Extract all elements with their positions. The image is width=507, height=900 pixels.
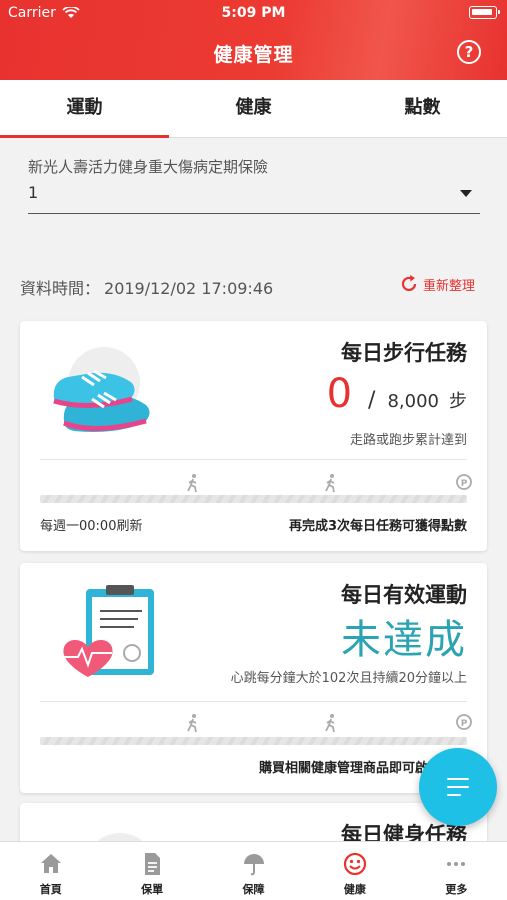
svg-text:P: P	[461, 479, 468, 489]
steps-target: 8,000	[387, 391, 439, 412]
svg-text:P: P	[461, 719, 468, 729]
more-dots-icon	[447, 862, 466, 866]
sneakers-icon	[53, 347, 150, 432]
policy-select[interactable]: 1	[28, 180, 480, 214]
status-bar: Carrier 5:09 PM	[0, 0, 507, 26]
card-title: 每日步行任務	[341, 341, 467, 365]
tab-bar: 運動 健康 點數	[0, 80, 507, 138]
nav-label: 首頁	[39, 883, 62, 896]
data-time-label: 資料時間：	[20, 279, 101, 298]
daily-steps-card[interactable]: 每日步行任務 0 / 8,000 步 走路或跑步累計達到 P 每週一00:00刷…	[20, 321, 487, 551]
dropdown-arrow-icon	[460, 190, 472, 197]
divider	[40, 701, 467, 702]
nav-item-policy[interactable]: 保單	[101, 842, 202, 900]
question-circle-icon[interactable]: ?	[457, 40, 481, 64]
data-time: 資料時間： 2019/12/02 17:09:46	[20, 275, 277, 299]
nav-item-more[interactable]: 更多	[406, 842, 507, 900]
refresh-icon	[401, 275, 417, 292]
exercise-status: 未達成	[341, 617, 467, 663]
nav-item-health[interactable]: 健康	[304, 842, 405, 900]
walker-icon	[325, 714, 335, 733]
walker-icon	[187, 714, 197, 733]
points-badge-icon: P	[456, 474, 472, 490]
refresh-button[interactable]: 重新整理	[399, 272, 475, 296]
tab-points[interactable]: 點數	[338, 80, 507, 137]
policy-label: 新光人壽活力健身重大傷病定期保險	[28, 158, 269, 176]
daily-exercise-card[interactable]: 每日有效運動 未達成 心跳每分鐘大於102次且持續20分鐘以上 P 購買相關健康…	[20, 563, 487, 793]
tab-health[interactable]: 健康	[169, 80, 338, 137]
smile-icon	[343, 852, 367, 876]
nav-label: 保障	[242, 883, 265, 896]
umbrella-icon	[243, 854, 264, 876]
steps-unit: 步	[449, 391, 467, 412]
points-badge-icon: P	[456, 714, 472, 730]
walker-icon	[187, 474, 197, 493]
steps-counter: 0 / 8,000 步	[327, 371, 467, 417]
policy-selected-value: 1	[28, 183, 39, 202]
steps-slash: /	[368, 388, 376, 413]
tab-exercise[interactable]: 運動	[0, 80, 169, 138]
nav-item-home[interactable]: 首頁	[0, 842, 101, 900]
divider	[40, 459, 467, 460]
data-time-value: 2019/12/02 17:09:46	[104, 279, 274, 298]
nav-label: 保單	[141, 883, 164, 896]
refresh-schedule: 每週一00:00刷新	[40, 519, 143, 534]
app-header: Carrier 5:09 PM 健康管理 ?	[0, 0, 507, 80]
menu-fab-button[interactable]	[419, 748, 497, 826]
card-description: 走路或跑步累計達到	[349, 433, 467, 448]
card-description: 心跳每分鐘大於102次且持續20分鐘以上	[230, 671, 467, 686]
page-title: 健康管理	[213, 44, 294, 66]
document-icon	[145, 853, 161, 875]
nav-label: 更多	[445, 883, 468, 896]
steps-progress-track	[40, 495, 467, 503]
nav-label: 健康	[343, 883, 366, 896]
steps-current: 0	[326, 371, 353, 417]
exercise-progress-track	[40, 737, 467, 745]
points-hint: 再完成3次每日任務可獲得點數	[288, 519, 467, 534]
battery-icon	[469, 6, 500, 19]
walker-icon	[325, 474, 335, 493]
refresh-label: 重新整理	[422, 278, 475, 294]
menu-lines-icon	[447, 778, 469, 802]
nav-item-coverage[interactable]: 保障	[203, 842, 304, 900]
card-title: 每日有效運動	[341, 583, 467, 607]
heart-clipboard-icon	[63, 585, 154, 677]
bottom-nav: 首頁 保單 保障 健康 更多	[0, 841, 507, 900]
home-icon	[40, 854, 61, 873]
status-clock: 5:09 PM	[221, 5, 286, 21]
